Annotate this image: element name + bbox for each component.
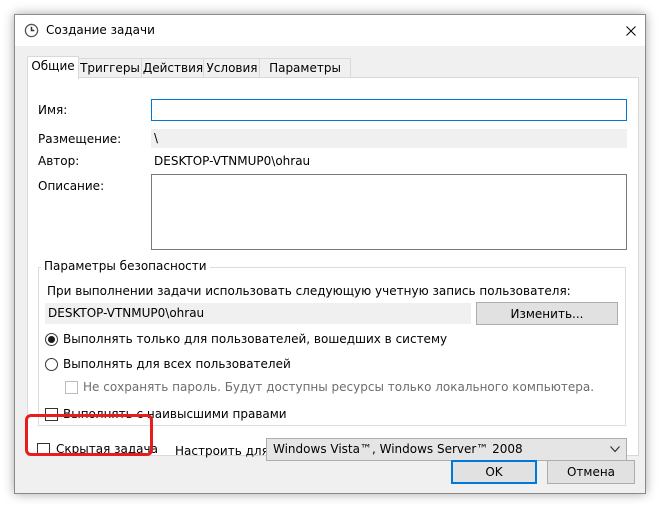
run-logged-on-radio[interactable] — [45, 333, 58, 346]
highest-privileges-checkbox[interactable] — [45, 408, 58, 421]
tab-triggers[interactable]: Триггеры — [77, 58, 143, 78]
change-user-button[interactable]: Изменить... — [476, 302, 618, 325]
cancel-button[interactable]: Отмена — [547, 460, 635, 484]
account-prompt: При выполнении задачи использовать следу… — [47, 284, 571, 298]
tab-settings[interactable]: Параметры — [259, 58, 351, 78]
account-value: DESKTOP-VTNMUP0\ohrau — [45, 303, 471, 324]
ok-button[interactable]: OK — [451, 460, 537, 484]
run-all-users-label[interactable]: Выполнять для всех пользователей — [63, 357, 291, 371]
name-input[interactable] — [151, 99, 627, 121]
clock-icon — [24, 23, 39, 38]
run-logged-on-label[interactable]: Выполнять только для пользователей, воше… — [63, 332, 447, 346]
hidden-task-label[interactable]: Скрытая задача — [56, 442, 158, 456]
title-bar: Создание задачи — [15, 15, 645, 46]
chevron-down-icon — [610, 446, 620, 453]
configure-for-select[interactable]: Windows Vista™, Windows Server™ 2008 — [266, 438, 627, 461]
author-value: DESKTOP-VTNMUP0\ohrau — [154, 154, 311, 168]
close-button[interactable] — [617, 15, 645, 46]
no-store-password-checkbox[interactable] — [65, 381, 78, 394]
hidden-task-checkbox[interactable] — [37, 443, 50, 456]
highest-privileges-label[interactable]: Выполнять с наивысшими правами — [63, 407, 287, 421]
location-value: \ — [151, 129, 627, 148]
configure-for-label: Настроить для: — [175, 444, 273, 458]
tab-general[interactable]: Общие — [27, 56, 79, 79]
description-label: Описание: — [38, 179, 105, 193]
tab-conditions[interactable]: Условия — [203, 58, 261, 78]
description-input[interactable] — [151, 174, 627, 250]
close-icon — [626, 25, 636, 36]
configure-for-value: Windows Vista™, Windows Server™ 2008 — [273, 442, 523, 456]
security-options-legend: Параметры безопасности — [41, 259, 210, 273]
no-store-password-label: Не сохранять пароль. Будут доступны ресу… — [83, 380, 595, 394]
run-all-users-radio[interactable] — [45, 358, 58, 371]
create-task-dialog: Создание задачи Общие Триггеры Действия … — [14, 14, 646, 494]
name-label: Имя: — [38, 103, 68, 117]
tab-actions[interactable]: Действия — [141, 58, 205, 78]
general-tab-panel: Имя: Размещение: \ Автор: DESKTOP-VTNMUP… — [27, 77, 639, 461]
location-label: Размещение: — [38, 132, 122, 146]
author-label: Автор: — [38, 154, 80, 168]
window-title: Создание задачи — [46, 23, 155, 37]
